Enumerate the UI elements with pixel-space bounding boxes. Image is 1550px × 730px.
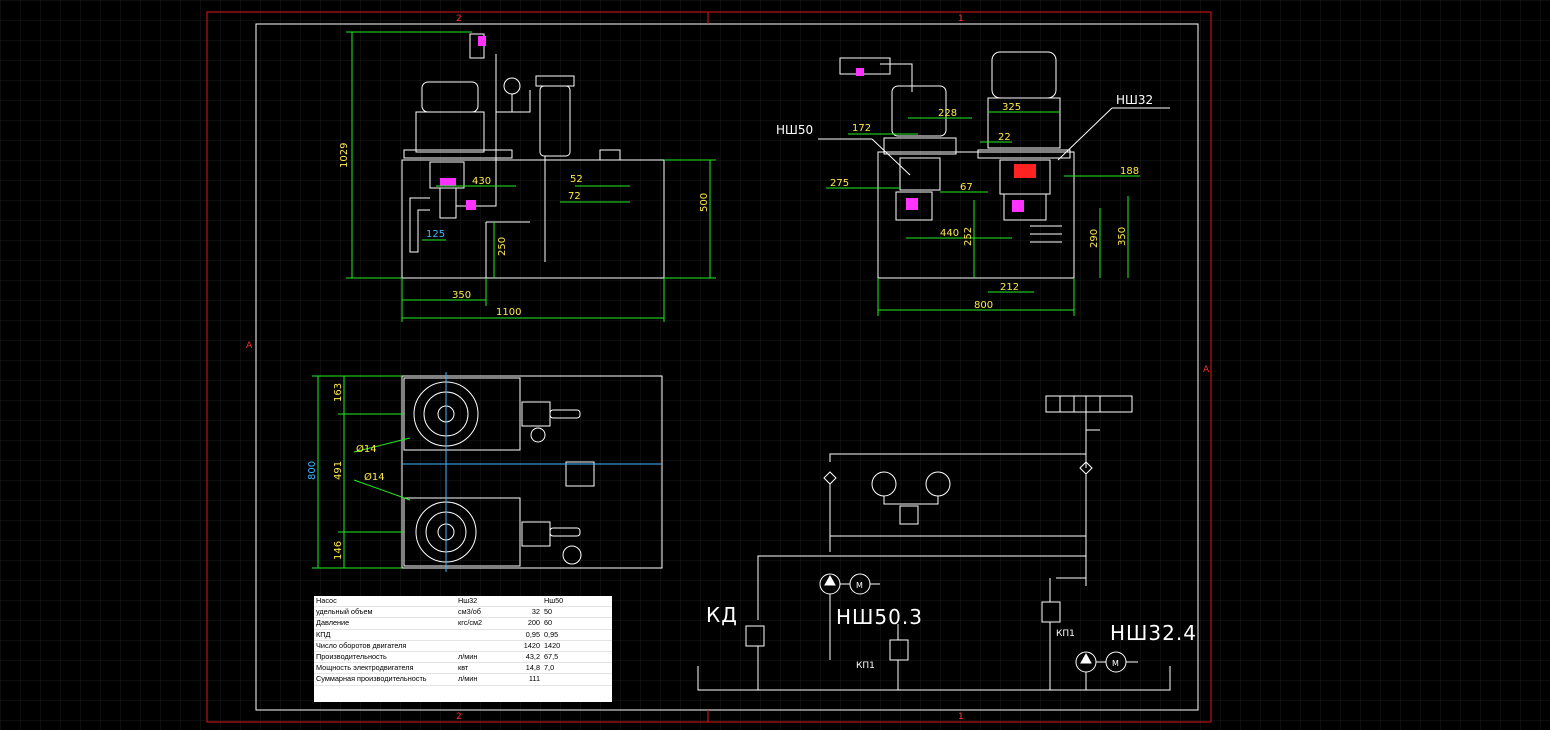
zone-mark-bottom-2: 2 <box>456 712 462 722</box>
spec-row: Насос Нш32 Нш50 <box>314 596 612 608</box>
spec-row: Мощность электродвигателя квт 14,8 7,0 <box>314 662 612 675</box>
spec-cell-v2: 60 <box>542 617 612 630</box>
spec-cell-unit: кгс/см2 <box>456 617 510 630</box>
label-relief-valve-2: КП1 <box>1056 629 1075 639</box>
spec-cell-v2: 67,5 <box>542 651 612 664</box>
spec-cell-name: Насос <box>314 596 456 608</box>
spec-cell-v1: 14,8 <box>510 662 542 675</box>
zone-mark-top-1: 1 <box>958 14 964 24</box>
spec-cell-name: КПД <box>314 629 456 641</box>
dim-side-22: 22 <box>998 132 1011 143</box>
spec-cell-unit: см3/об <box>456 606 510 619</box>
spec-cell-unit <box>456 629 510 641</box>
dim-side-325: 325 <box>1002 102 1021 113</box>
dim-front-430: 430 <box>472 176 491 187</box>
dim-top-146: 146 <box>333 541 344 560</box>
spec-cell-unit: Нш32 <box>456 596 510 608</box>
label-nsh32-4: НШ32.4 <box>1110 621 1197 645</box>
spec-cell-name: Производительность <box>314 651 456 664</box>
dim-side-67: 67 <box>960 182 973 193</box>
zone-mark-top-2: 2 <box>456 14 462 24</box>
dim-front-500: 500 <box>699 193 710 212</box>
label-relief-valve-1: КП1 <box>856 661 875 671</box>
spec-cell-v1: 43,2 <box>510 651 542 664</box>
spec-cell-name: Давление <box>314 617 456 630</box>
spec-row: Производительность л/мин 43,2 67,5 <box>314 651 612 664</box>
dim-front-350: 350 <box>452 290 471 301</box>
zone-mark-right-a: A <box>1203 365 1210 375</box>
spec-cell-v1: 1420 <box>510 640 542 653</box>
dim-side-212: 212 <box>1000 282 1019 293</box>
dim-top-491: 491 <box>333 461 344 480</box>
dim-side-290: 290 <box>1089 229 1100 248</box>
spec-cell-v2: Нш50 <box>542 596 612 608</box>
cad-drawing-canvas[interactable]: 2 1 2 1 A A 1029 430 52 72 500 125 250 3… <box>0 0 1550 730</box>
callout-nsh32: НШ32 <box>1116 93 1153 107</box>
hole-dia-1: Ø14 <box>356 443 377 455</box>
dim-front-72: 72 <box>568 191 581 202</box>
dim-front-52: 52 <box>570 174 583 185</box>
spec-row: удельный объем см3/об 32 50 <box>314 606 612 619</box>
dim-side-172: 172 <box>852 123 871 134</box>
zone-mark-left-a: A <box>246 341 253 351</box>
zone-mark-bottom-1: 1 <box>958 712 964 722</box>
dim-top-800: 800 <box>307 461 318 480</box>
spec-cell-v2: 50 <box>542 606 612 619</box>
dim-top-163: 163 <box>333 383 344 402</box>
callout-nsh50: НШ50 <box>776 123 813 137</box>
spec-cell-v1: 111 <box>510 673 542 686</box>
dim-front-125: 125 <box>426 229 445 240</box>
dim-side-228: 228 <box>938 108 957 119</box>
spec-cell-unit: л/мин <box>456 673 510 686</box>
spec-cell-name: Суммарная производительность <box>314 673 456 686</box>
spec-row: Суммарная производительность л/мин 111 <box>314 673 612 686</box>
spec-cell-v1: 32 <box>510 606 542 619</box>
label-nsh50-3: НШ50.3 <box>836 605 923 629</box>
dim-side-800: 800 <box>974 300 993 311</box>
dim-front-250: 250 <box>497 237 508 256</box>
spec-cell-name: Мощность электродвигателя <box>314 662 456 675</box>
spec-row: Давление кгс/см2 200 60 <box>314 617 612 630</box>
spec-row: КПД 0,95 0,95 <box>314 629 612 641</box>
motor-label-1: M <box>856 581 863 590</box>
spec-row: Число оборотов двигателя 1420 1420 <box>314 640 612 653</box>
spec-cell-name: удельный объем <box>314 606 456 619</box>
dim-front-1029: 1029 <box>339 143 350 168</box>
grid-background <box>0 0 1550 730</box>
spec-cell-name: Число оборотов двигателя <box>314 640 456 653</box>
spec-table: Насос Нш32 Нш50 удельный объем см3/об 32 50 Дав… <box>314 596 612 702</box>
spec-cell-v2 <box>542 673 612 686</box>
spec-cell-v1: 200 <box>510 617 542 630</box>
spec-cell-unit <box>456 640 510 653</box>
dim-side-350: 350 <box>1117 227 1128 246</box>
dim-side-275: 275 <box>830 178 849 189</box>
dim-side-252: 252 <box>963 227 974 246</box>
dim-front-1100: 1100 <box>496 307 521 318</box>
dim-side-188: 188 <box>1120 166 1139 177</box>
spec-cell-v1 <box>510 596 542 608</box>
spec-cell-v2: 1420 <box>542 640 612 653</box>
motor-label-2: M <box>1112 659 1119 668</box>
dim-side-440: 440 <box>940 228 959 239</box>
spec-cell-v2: 0,95 <box>542 629 612 641</box>
label-kd: КД <box>706 603 738 627</box>
spec-cell-v1: 0,95 <box>510 629 542 641</box>
hole-dia-2: Ø14 <box>364 471 385 483</box>
spec-cell-v2: 7,0 <box>542 662 612 675</box>
spec-cell-unit: л/мин <box>456 651 510 664</box>
spec-cell-unit: квт <box>456 662 510 675</box>
